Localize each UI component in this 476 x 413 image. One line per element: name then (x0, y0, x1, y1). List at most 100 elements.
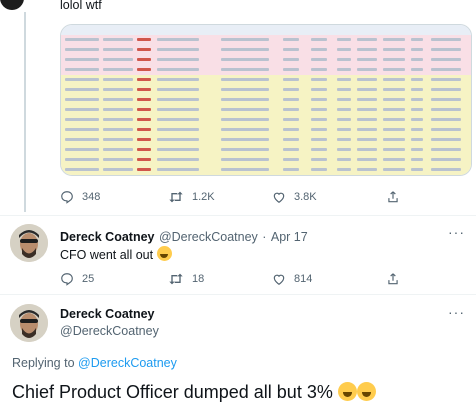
table-cell (103, 118, 133, 121)
table-cell (157, 128, 199, 131)
table-cell (357, 98, 377, 101)
more-icon[interactable]: ··· (448, 304, 465, 320)
table-cell (221, 48, 269, 51)
table-cell (103, 78, 133, 81)
retweet-icon (168, 190, 184, 204)
display-name[interactable]: Dereck Coatney (60, 307, 155, 321)
table-cell (283, 158, 299, 161)
table-cell (221, 38, 269, 41)
share-icon (386, 190, 400, 204)
table-cell (65, 38, 99, 41)
table-cell (357, 168, 377, 171)
tweet-date[interactable]: Apr 17 (271, 230, 308, 244)
table-cell (337, 108, 351, 111)
table-cell (431, 108, 461, 111)
table-cell (65, 168, 99, 171)
table-cell (431, 148, 461, 151)
table-row (61, 75, 471, 85)
table-cell (103, 148, 133, 151)
table-row (61, 35, 471, 45)
share-button[interactable] (386, 190, 400, 204)
tweet-body: Chief Product Officer dumped all but 3% (12, 382, 376, 403)
table-cell (137, 68, 151, 71)
table-row (61, 55, 471, 65)
table-row (61, 155, 471, 165)
table-row (61, 165, 471, 175)
retweet-button[interactable]: 18 (168, 272, 204, 286)
table-cell (221, 98, 269, 101)
avatar[interactable] (0, 0, 24, 10)
table-cell (357, 88, 377, 91)
table-cell (103, 168, 133, 171)
table-cell (65, 58, 99, 61)
like-button[interactable]: 3.8K (272, 190, 317, 204)
divider (0, 294, 476, 295)
tweet-header: Dereck Coatney @DereckCoatney · Apr 17 (60, 228, 308, 246)
table-cell (311, 58, 327, 61)
table-cell (431, 48, 461, 51)
table-cell (103, 98, 133, 101)
tweet-text: CFO went all out (60, 248, 154, 262)
table-row (61, 65, 471, 75)
table-cell (157, 118, 199, 121)
table-cell (383, 38, 405, 41)
table-cell (157, 148, 199, 151)
like-button[interactable]: 814 (272, 272, 312, 286)
handle[interactable]: @DereckCoatney (159, 230, 258, 244)
table-cell (311, 148, 327, 151)
table-cell (157, 38, 199, 41)
table-cell (357, 128, 377, 131)
table-cell (103, 48, 133, 51)
table-cell (137, 168, 151, 171)
tweet-body: CFO went all out (60, 246, 172, 262)
reply-button[interactable]: 348 (60, 190, 100, 204)
table-cell (137, 128, 151, 131)
table-cell (283, 68, 299, 71)
table-cell (337, 168, 351, 171)
table-row (61, 45, 471, 55)
table-cell (431, 128, 461, 131)
table-row (61, 105, 471, 115)
table-cell (137, 48, 151, 51)
table-cell (431, 118, 461, 121)
retweet-button[interactable]: 1.2K (168, 190, 215, 204)
table-cell (221, 78, 269, 81)
reply-button[interactable]: 25 (60, 272, 94, 286)
retweet-icon (168, 272, 184, 286)
table-cell (431, 98, 461, 101)
tweet-image-insider-trading-table[interactable] (60, 24, 472, 176)
table-cell (283, 108, 299, 111)
table-cell (383, 168, 405, 171)
display-name[interactable]: Dereck Coatney (60, 230, 155, 244)
table-cell (337, 88, 351, 91)
table-cell (337, 58, 351, 61)
table-cell (221, 168, 269, 171)
table-cell (65, 48, 99, 51)
table-cell (411, 68, 423, 71)
table-cell (431, 38, 461, 41)
table-cell (311, 38, 327, 41)
avatar[interactable] (10, 224, 48, 262)
table-cell (411, 148, 423, 151)
table-row (61, 115, 471, 125)
share-button[interactable] (386, 272, 400, 286)
table-cell (337, 38, 351, 41)
table-cell (221, 88, 269, 91)
table-cell (337, 148, 351, 151)
table-cell (383, 128, 405, 131)
table-cell (137, 148, 151, 151)
table-cell (65, 78, 99, 81)
table-cell (283, 48, 299, 51)
like-icon (272, 272, 286, 286)
more-icon[interactable]: ··· (448, 224, 465, 240)
avatar[interactable] (10, 304, 48, 342)
table-cell (137, 158, 151, 161)
table-cell (311, 168, 327, 171)
rofl-emoji (337, 382, 357, 401)
tweet-text: lolol wtf (60, 0, 102, 12)
reply-handle-link[interactable]: @DereckCoatney (78, 356, 177, 370)
handle[interactable]: @DereckCoatney (60, 324, 159, 338)
table-row (61, 125, 471, 135)
divider (0, 215, 476, 216)
table-cell (65, 68, 99, 71)
